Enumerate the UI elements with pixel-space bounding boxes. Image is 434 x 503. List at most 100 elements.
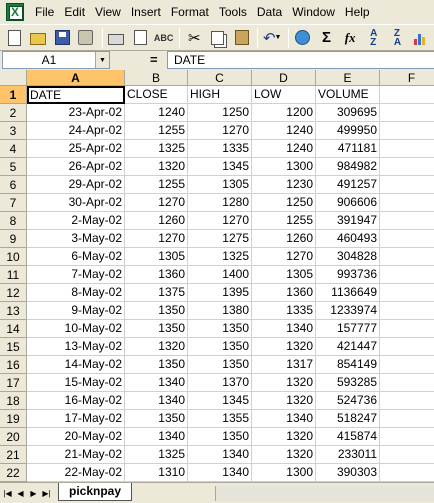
grid-cell[interactable]: 518247 bbox=[316, 410, 380, 428]
menu-edit[interactable]: Edit bbox=[59, 0, 90, 24]
row-header[interactable]: 5 bbox=[0, 158, 27, 176]
grid-cell[interactable]: 1395 bbox=[188, 284, 252, 302]
grid-cell[interactable] bbox=[380, 320, 434, 338]
grid-cell[interactable]: 1260 bbox=[125, 212, 188, 230]
row-header[interactable]: 16 bbox=[0, 356, 27, 374]
grid-cell[interactable] bbox=[380, 446, 434, 464]
grid-cell[interactable]: 1240 bbox=[252, 122, 316, 140]
grid-cell[interactable] bbox=[380, 194, 434, 212]
grid-cell[interactable]: 1325 bbox=[125, 446, 188, 464]
grid-cell[interactable]: 1380 bbox=[188, 302, 252, 320]
grid-cell[interactable] bbox=[380, 140, 434, 158]
grid-cell[interactable]: 1275 bbox=[188, 230, 252, 248]
row-header[interactable]: 19 bbox=[0, 410, 27, 428]
grid-cell[interactable]: 23-Apr-02 bbox=[27, 104, 125, 122]
grid-cell[interactable] bbox=[380, 248, 434, 266]
grid-cell[interactable]: 1340 bbox=[252, 320, 316, 338]
grid-cell[interactable]: 1325 bbox=[188, 248, 252, 266]
grid-cell[interactable]: 29-Apr-02 bbox=[27, 176, 125, 194]
grid-cell[interactable]: 1240 bbox=[252, 140, 316, 158]
row-header[interactable]: 2 bbox=[0, 104, 27, 122]
grid-cell[interactable]: 415874 bbox=[316, 428, 380, 446]
grid-cell[interactable]: 1305 bbox=[252, 266, 316, 284]
grid-cell[interactable]: 1350 bbox=[188, 428, 252, 446]
grid-cell[interactable]: 24-Apr-02 bbox=[27, 122, 125, 140]
grid-cell[interactable]: 1340 bbox=[188, 446, 252, 464]
row-header[interactable]: 21 bbox=[0, 446, 27, 464]
copy-button[interactable] bbox=[207, 27, 229, 49]
grid-cell[interactable]: 1250 bbox=[188, 104, 252, 122]
print-preview-button[interactable] bbox=[129, 27, 151, 49]
paste-button[interactable] bbox=[231, 27, 253, 49]
grid-cell[interactable]: 421447 bbox=[316, 338, 380, 356]
chart-wizard-button[interactable] bbox=[410, 27, 432, 49]
grid-cell[interactable] bbox=[380, 338, 434, 356]
grid-cell[interactable]: 1340 bbox=[252, 410, 316, 428]
first-sheet-button[interactable]: |◀ bbox=[2, 486, 13, 500]
grid-cell[interactable]: 1305 bbox=[125, 248, 188, 266]
menu-data[interactable]: Data bbox=[252, 0, 287, 24]
menu-format[interactable]: Format bbox=[166, 0, 214, 24]
last-sheet-button[interactable]: ▶| bbox=[41, 486, 52, 500]
grid-cell[interactable]: 1360 bbox=[125, 266, 188, 284]
grid-cell[interactable] bbox=[380, 464, 434, 482]
column-header-d[interactable]: D bbox=[252, 70, 316, 86]
grid-cell[interactable]: 1350 bbox=[188, 338, 252, 356]
grid-cell[interactable]: 1320 bbox=[125, 338, 188, 356]
row-header[interactable]: 9 bbox=[0, 230, 27, 248]
permission-button[interactable] bbox=[75, 27, 97, 49]
grid-cell[interactable]: 1335 bbox=[188, 140, 252, 158]
insert-function-button[interactable]: fx bbox=[339, 27, 361, 49]
row-header[interactable]: 7 bbox=[0, 194, 27, 212]
grid-cell[interactable]: 1370 bbox=[188, 374, 252, 392]
grid-cell[interactable]: 1350 bbox=[125, 320, 188, 338]
grid-cell[interactable] bbox=[380, 158, 434, 176]
grid-cell[interactable]: 1350 bbox=[125, 302, 188, 320]
sort-descending-button[interactable]: ZA bbox=[387, 27, 409, 49]
prev-sheet-button[interactable]: ◀ bbox=[15, 486, 26, 500]
grid-cell[interactable]: 1320 bbox=[252, 428, 316, 446]
row-header[interactable]: 3 bbox=[0, 122, 27, 140]
grid-cell[interactable] bbox=[380, 176, 434, 194]
row-header[interactable]: 14 bbox=[0, 320, 27, 338]
grid-cell[interactable] bbox=[380, 266, 434, 284]
active-cell[interactable]: DATE bbox=[27, 86, 125, 104]
row-header[interactable]: 4 bbox=[0, 140, 27, 158]
grid-cell[interactable]: 1250 bbox=[252, 194, 316, 212]
grid-cell[interactable]: 391947 bbox=[316, 212, 380, 230]
grid-cell[interactable]: 1270 bbox=[252, 248, 316, 266]
grid-cell[interactable]: 524736 bbox=[316, 392, 380, 410]
grid-cell[interactable]: 26-Apr-02 bbox=[27, 158, 125, 176]
grid-cell[interactable]: 1320 bbox=[125, 158, 188, 176]
grid-cell[interactable]: 9-May-02 bbox=[27, 302, 125, 320]
row-header[interactable]: 15 bbox=[0, 338, 27, 356]
grid-cell[interactable]: 1355 bbox=[188, 410, 252, 428]
grid-cell[interactable]: 1345 bbox=[188, 158, 252, 176]
grid-cell[interactable]: 1340 bbox=[125, 374, 188, 392]
column-header-f[interactable]: F bbox=[380, 70, 434, 86]
menu-tools[interactable]: Tools bbox=[214, 0, 252, 24]
grid-cell[interactable]: 984982 bbox=[316, 158, 380, 176]
grid-cell[interactable]: 21-May-02 bbox=[27, 446, 125, 464]
grid-cell[interactable]: VOLUME bbox=[316, 86, 380, 104]
grid-cell[interactable]: 471181 bbox=[316, 140, 380, 158]
row-header[interactable]: 20 bbox=[0, 428, 27, 446]
grid-cell[interactable]: 1350 bbox=[125, 356, 188, 374]
grid-cell[interactable]: 16-May-02 bbox=[27, 392, 125, 410]
row-header[interactable]: 13 bbox=[0, 302, 27, 320]
grid-cell[interactable]: 1335 bbox=[252, 302, 316, 320]
row-header[interactable]: 10 bbox=[0, 248, 27, 266]
row-header[interactable]: 11 bbox=[0, 266, 27, 284]
grid-cell[interactable]: 8-May-02 bbox=[27, 284, 125, 302]
grid-cell[interactable]: 593285 bbox=[316, 374, 380, 392]
grid-cell[interactable]: 1375 bbox=[125, 284, 188, 302]
grid-cell[interactable]: 1340 bbox=[188, 464, 252, 482]
name-box-dropdown[interactable]: ▼ bbox=[95, 52, 109, 68]
grid-cell[interactable]: 1360 bbox=[252, 284, 316, 302]
name-box[interactable]: A1 ▼ bbox=[2, 51, 110, 69]
grid-cell[interactable]: 1300 bbox=[252, 158, 316, 176]
row-header[interactable]: 12 bbox=[0, 284, 27, 302]
grid-cell[interactable]: 1255 bbox=[252, 212, 316, 230]
grid-cell[interactable]: 1317 bbox=[252, 356, 316, 374]
worksheet-grid[interactable]: A B C D E F 1 DATE CLOSE HIGH LOW VOLUME 2 23-A… bbox=[0, 70, 434, 482]
